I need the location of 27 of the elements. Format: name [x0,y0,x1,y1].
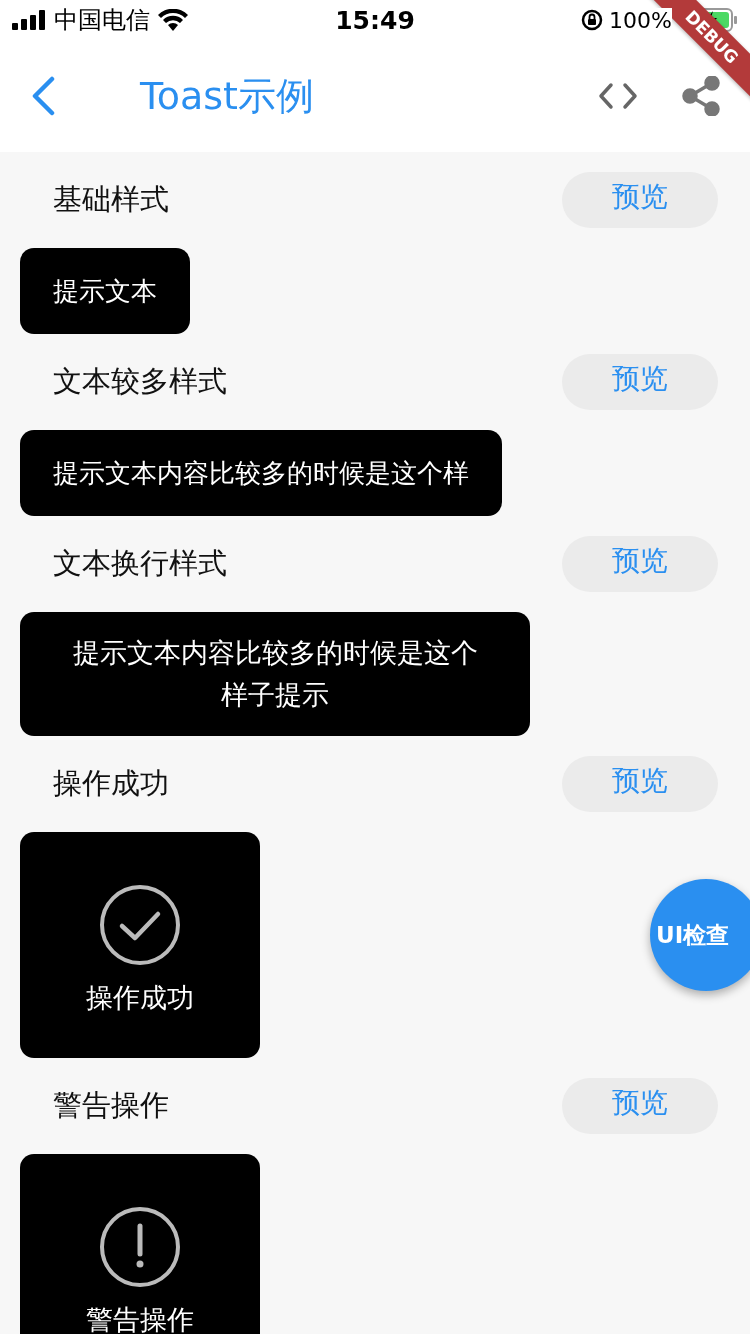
preview-button[interactable]: 预览 [562,536,718,592]
preview-button[interactable]: 预览 [562,172,718,228]
rotation-lock-icon [581,9,604,31]
back-icon[interactable] [30,76,56,116]
toast-label: 警告操作 [86,1303,194,1334]
toast-label: 操作成功 [86,981,194,1015]
section-title: 基础样式 [53,181,169,218]
check-circle-icon [99,884,181,966]
section-title: 警告操作 [53,1087,169,1124]
section-title: 文本换行样式 [53,545,227,582]
ui-inspect-button[interactable]: UI检查 [650,879,750,991]
page-title: Toast示例 [140,72,314,120]
wifi-icon [158,9,188,31]
preview-button[interactable]: 预览 [562,354,718,410]
section-title: 操作成功 [53,765,169,802]
toast-message: 提示文本 [20,248,190,334]
status-time: 15:49 [335,5,415,35]
share-icon[interactable] [682,76,720,116]
preview-button[interactable]: 预览 [562,1078,718,1134]
toast-message: 提示文本内容比较多的时候是这个样 [20,430,502,516]
section-title: 文本较多样式 [53,363,227,400]
code-icon[interactable] [598,82,638,110]
toast-message: 提示文本内容比较多的时候是这个样子提示 [20,612,530,736]
signal-icon [12,10,46,30]
exclamation-circle-icon [99,1206,181,1288]
preview-button[interactable]: 预览 [562,756,718,812]
carrier-name: 中国电信 [54,5,150,36]
